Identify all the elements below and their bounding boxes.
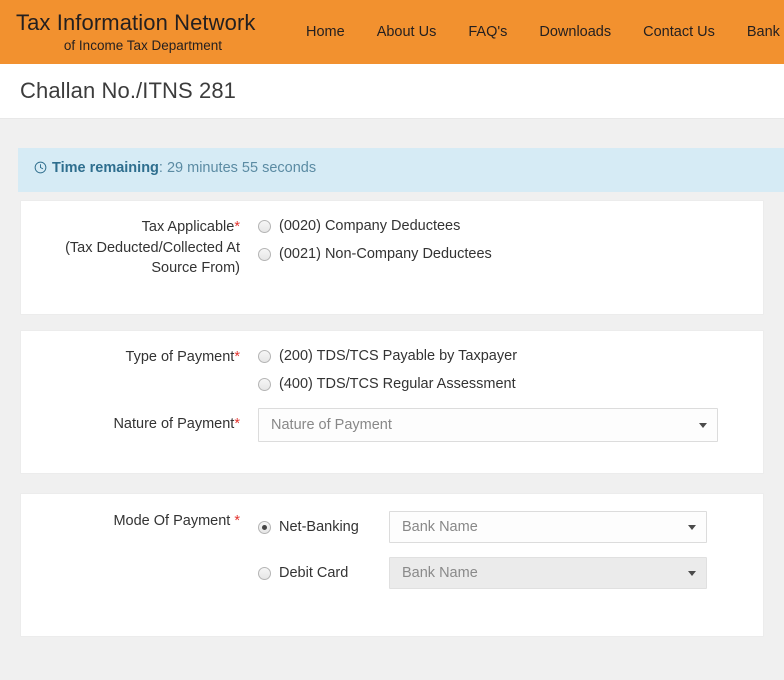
nature-of-payment-required-mark: * xyxy=(234,416,240,433)
type-of-payment-label-text: Type of Payment xyxy=(125,349,235,365)
clock-icon xyxy=(34,161,47,179)
type-of-payment-option-200[interactable]: (200) TDS/TCS Payable by Taxpayer xyxy=(258,347,763,366)
type-of-payment-option-200-label: (200) TDS/TCS Payable by Taxpayer xyxy=(279,348,518,364)
debit-card-bank-selected-value: Bank Name xyxy=(402,565,478,581)
type-of-payment-label: Type of Payment* xyxy=(21,347,256,368)
debit-card-bank-select: Bank Name xyxy=(389,557,707,589)
tax-applicable-panel: Tax Applicable* (Tax Deducted/Collected … xyxy=(20,200,764,315)
net-banking-label: Net-Banking xyxy=(279,519,359,535)
mode-of-payment-label: Mode Of Payment * xyxy=(21,511,256,532)
time-remaining-label: Time remaining xyxy=(52,160,159,176)
tax-applicable-option-0021-label: (0021) Non-Company Deductees xyxy=(279,245,492,262)
nature-of-payment-control: Nature of Payment xyxy=(256,407,763,442)
chevron-down-icon xyxy=(688,571,696,576)
page-title-bar: Challan No./ITNS 281 xyxy=(0,64,784,119)
chevron-down-icon xyxy=(688,525,696,530)
nav-item-home[interactable]: Home xyxy=(290,18,361,46)
time-remaining-separator: : xyxy=(158,160,163,176)
time-remaining-value: 29 minutes 55 seconds xyxy=(166,160,317,176)
debit-card-radio-cell[interactable]: Debit Card xyxy=(258,565,389,581)
type-of-payment-options: (200) TDS/TCS Payable by Taxpayer (400) … xyxy=(256,347,763,394)
net-banking-radio-cell[interactable]: Net-Banking xyxy=(258,519,389,535)
payment-type-panel: Type of Payment* (200) TDS/TCS Payable b… xyxy=(20,330,764,474)
tax-applicable-options: (0020) Company Deductees (0021) Non-Comp… xyxy=(256,217,763,264)
nav-item-bank-contact-details[interactable]: Bank Contact Details xyxy=(731,18,784,46)
chevron-down-icon xyxy=(699,422,707,428)
page-content: Time remaining: 29 minutes 55 seconds Ta… xyxy=(0,119,784,679)
tax-applicable-sublabel: (Tax Deducted/Collected At Source From) xyxy=(65,239,240,277)
nature-of-payment-row: Nature of Payment* Nature of Payment xyxy=(21,394,763,442)
tax-applicable-required-mark: * xyxy=(234,219,240,235)
tax-applicable-row: Tax Applicable* (Tax Deducted/Collected … xyxy=(21,201,763,279)
mode-of-payment-options: Net-Banking Bank Name Debit Card Bank Na… xyxy=(256,511,763,589)
nature-of-payment-select[interactable]: Nature of Payment xyxy=(258,407,718,442)
nature-of-payment-selected-value: Nature of Payment xyxy=(271,416,392,433)
brand-title: Tax Information Network xyxy=(16,9,256,35)
tax-applicable-label-text: Tax Applicable xyxy=(141,219,235,235)
radio-icon-net-banking[interactable] xyxy=(258,520,271,534)
radio-icon-debit-card[interactable] xyxy=(258,566,271,580)
type-of-payment-option-400[interactable]: (400) TDS/TCS Regular Assessment xyxy=(258,375,763,394)
mode-of-payment-required-mark: * xyxy=(234,513,240,529)
nav-item-faqs[interactable]: FAQ's xyxy=(452,18,523,46)
time-remaining-alert: Time remaining: 29 minutes 55 seconds xyxy=(18,148,784,192)
tax-applicable-option-0020[interactable]: (0020) Company Deductees xyxy=(258,217,763,236)
site-header: Tax Information Network of Income Tax De… xyxy=(0,0,784,64)
radio-icon-400[interactable] xyxy=(258,377,271,391)
type-of-payment-required-mark: * xyxy=(234,349,240,365)
debit-card-label: Debit Card xyxy=(279,565,349,581)
mode-of-payment-label-text: Mode Of Payment xyxy=(113,513,235,529)
page-title: Challan No./ITNS 281 xyxy=(20,78,236,103)
radio-icon-200[interactable] xyxy=(258,349,271,363)
mode-of-payment-row: Mode Of Payment * Net-Banking Bank Name xyxy=(21,494,763,589)
nav-item-downloads[interactable]: Downloads xyxy=(523,18,627,46)
main-navigation: Home About Us FAQ's Downloads Contact Us… xyxy=(290,18,784,46)
tax-applicable-option-0020-label: (0020) Company Deductees xyxy=(279,218,461,234)
radio-icon-0021[interactable] xyxy=(258,247,271,261)
nature-of-payment-label-text: Nature of Payment xyxy=(113,416,235,433)
nature-of-payment-label: Nature of Payment* xyxy=(21,414,256,435)
mode-option-net-banking: Net-Banking Bank Name xyxy=(258,511,763,543)
brand-subtitle: of Income Tax Department xyxy=(63,37,222,53)
type-of-payment-option-400-label: (400) TDS/TCS Regular Assessment xyxy=(279,375,516,392)
tax-applicable-option-0021[interactable]: (0021) Non-Company Deductees xyxy=(258,245,763,264)
nav-item-about-us[interactable]: About Us xyxy=(361,18,453,46)
radio-icon-0020[interactable] xyxy=(258,219,271,233)
type-of-payment-row: Type of Payment* (200) TDS/TCS Payable b… xyxy=(21,331,763,394)
tax-applicable-label: Tax Applicable* (Tax Deducted/Collected … xyxy=(21,217,256,279)
nav-item-contact-us[interactable]: Contact Us xyxy=(627,18,731,46)
net-banking-bank-selected-value: Bank Name xyxy=(402,519,478,535)
mode-option-debit-card: Debit Card Bank Name xyxy=(258,557,763,589)
brand-logo[interactable]: Tax Information Network of Income Tax De… xyxy=(0,9,290,53)
mode-of-payment-panel: Mode Of Payment * Net-Banking Bank Name xyxy=(20,493,764,637)
net-banking-bank-select[interactable]: Bank Name xyxy=(389,511,707,543)
